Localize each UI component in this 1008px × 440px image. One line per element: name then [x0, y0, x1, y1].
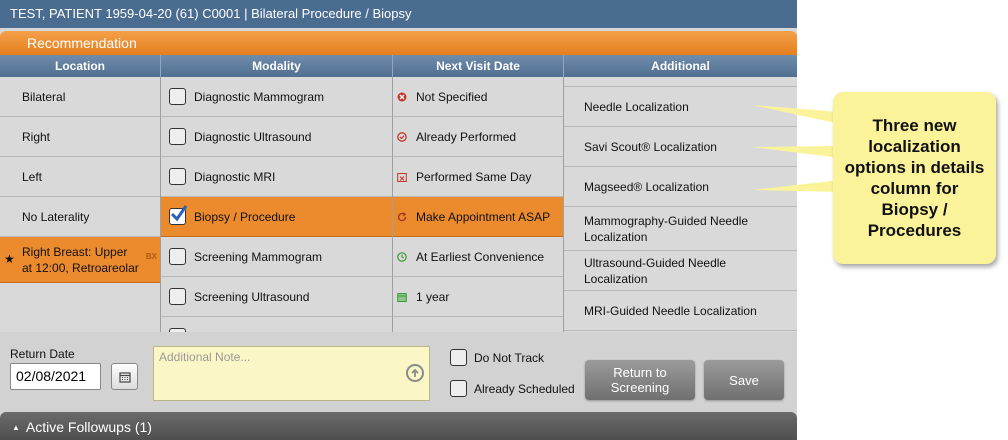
next-visit-item-selected[interactable]: Make Appointment ASAP	[393, 197, 563, 237]
checkbox[interactable]	[169, 88, 186, 105]
check-icon	[170, 205, 188, 222]
upload-arrow-icon[interactable]	[406, 364, 424, 382]
clock-icon	[397, 251, 407, 262]
checkbox[interactable]	[169, 168, 186, 185]
location-item-selected[interactable]: ★ Right Breast: Upper at 12:00, Retroare…	[0, 237, 160, 283]
column-headers: Location Modality Next Visit Date Additi…	[0, 55, 797, 77]
location-column: Bilateral Right Left No Laterality ★ Rig…	[0, 77, 161, 332]
next-visit-label: Already Performed	[416, 129, 517, 144]
section-header: Recommendation	[0, 31, 797, 55]
modality-column: Diagnostic Mammogram Diagnostic Ultrasou…	[161, 77, 393, 332]
location-label: No Laterality	[22, 209, 90, 224]
additional-label: Needle Localization	[584, 99, 689, 114]
additional-label: Ultrasound-Guided Needle Localization	[584, 255, 727, 286]
check-circle-icon	[397, 131, 407, 142]
additional-item[interactable]: MRI-Guided Needle Localization	[564, 291, 797, 331]
modality-label: Screening Ultrasound	[194, 289, 310, 304]
annotation-callout: Three new localization options in detail…	[833, 92, 996, 264]
checkbox[interactable]	[169, 288, 186, 305]
modality-item[interactable]: Diagnostic Ultrasound	[161, 117, 392, 157]
modality-item[interactable]: Diagnostic MRI	[161, 157, 392, 197]
modality-item[interactable]: Screening Ultrasound	[161, 277, 392, 317]
location-label: Right	[22, 129, 51, 144]
additional-item-partial[interactable]	[564, 77, 797, 87]
recommendation-app: TEST, PATIENT 1959-04-20 (61) C0001 | Bi…	[0, 0, 797, 440]
additional-item[interactable]: Ultrasound-Guided Needle Localization	[564, 251, 797, 291]
next-visit-label: At Earliest Convenience	[416, 249, 545, 264]
additional-item[interactable]: Needle Localization	[564, 87, 797, 127]
additional-note-input[interactable]: Additional Note...	[153, 346, 430, 401]
return-date-label: Return Date	[10, 347, 75, 361]
checkbox[interactable]	[169, 128, 186, 145]
column-header-additional: Additional	[651, 59, 710, 73]
additional-item[interactable]: Mammography-Guided Needle Localization	[564, 207, 797, 251]
additional-label: Mammography-Guided Needle Localization	[584, 213, 749, 244]
modality-item-partial[interactable]	[161, 317, 392, 332]
next-visit-item[interactable]: Already Performed	[393, 117, 563, 157]
next-visit-item[interactable]: 1 year	[393, 277, 563, 317]
additional-item[interactable]: Savi Scout® Localization	[564, 127, 797, 167]
calendar-x-icon	[397, 172, 407, 182]
checkbox-checked[interactable]	[169, 205, 188, 225]
additional-label: Magseed® Localization	[584, 179, 709, 194]
selected-location-label: Right Breast: Upper at 12:00, Retroareol…	[22, 244, 139, 275]
next-visit-label: Performed Same Day	[416, 169, 532, 184]
modality-label: Screening Mammogram	[194, 249, 323, 264]
modality-label: Diagnostic MRI	[194, 169, 276, 184]
caret-up-icon: ▲	[12, 423, 20, 432]
next-visit-label: Not Specified	[416, 89, 488, 104]
active-followups-bar[interactable]: ▲ Active Followups (1)	[0, 412, 797, 440]
modality-label: Diagnostic Ultrasound	[194, 129, 312, 144]
do-not-track-label: Do Not Track	[474, 351, 545, 365]
modality-item-selected[interactable]: Biopsy / Procedure	[161, 197, 392, 237]
location-label: Left	[22, 169, 43, 184]
bottom-controls: Return Date 02/08/2021 Additional Note..…	[0, 332, 797, 412]
title-bar: TEST, PATIENT 1959-04-20 (61) C0001 | Bi…	[0, 0, 797, 28]
already-scheduled-label: Already Scheduled	[474, 382, 575, 396]
return-to-screening-button[interactable]: Return to Screening	[585, 360, 695, 400]
note-placeholder: Additional Note...	[159, 350, 251, 364]
save-button[interactable]: Save	[704, 360, 784, 400]
calendar-icon	[397, 292, 407, 302]
modality-item[interactable]: Diagnostic Mammogram	[161, 77, 392, 117]
checkbox[interactable]	[169, 248, 186, 265]
location-item-bilateral[interactable]: Bilateral	[0, 77, 160, 117]
location-label: Bilateral	[22, 89, 66, 104]
location-item-left[interactable]: Left	[0, 157, 160, 197]
additional-label: MRI-Guided Needle Localization	[584, 303, 757, 318]
do-not-track-checkbox[interactable]	[450, 349, 467, 366]
star-icon: ★	[4, 252, 15, 266]
next-visit-item-partial[interactable]	[393, 317, 563, 332]
return-date-input[interactable]: 02/08/2021	[10, 363, 101, 390]
modality-item[interactable]: Screening Mammogram	[161, 237, 392, 277]
refresh-icon	[397, 211, 407, 222]
next-visit-item[interactable]: Not Specified	[393, 77, 563, 117]
additional-label: Savi Scout® Localization	[584, 139, 717, 154]
x-circle-icon	[397, 92, 407, 102]
location-item-no-laterality[interactable]: No Laterality	[0, 197, 160, 237]
calendar-icon	[118, 371, 131, 383]
active-followups-label: Active Followups (1)	[25, 419, 152, 435]
modality-label: Diagnostic Mammogram	[194, 89, 325, 104]
column-header-next-visit: Next Visit Date	[393, 55, 564, 77]
location-item-right[interactable]: Right	[0, 117, 160, 157]
column-header-modality: Modality	[161, 55, 393, 77]
calendar-button[interactable]	[111, 363, 138, 390]
additional-column: Needle Localization Savi Scout® Localiza…	[564, 77, 797, 332]
next-visit-column: Not Specified Already Performed Performe…	[393, 77, 564, 332]
bx-badge: BX	[145, 252, 157, 261]
column-header-location: Location	[0, 55, 161, 77]
next-visit-item[interactable]: Performed Same Day	[393, 157, 563, 197]
next-visit-label: 1 year	[416, 289, 450, 304]
additional-item[interactable]: Magseed® Localization	[564, 167, 797, 207]
modality-label: Biopsy / Procedure	[194, 209, 296, 224]
already-scheduled-checkbox[interactable]	[450, 380, 467, 397]
next-visit-item[interactable]: At Earliest Convenience	[393, 237, 563, 277]
next-visit-label: Make Appointment ASAP	[416, 209, 551, 224]
